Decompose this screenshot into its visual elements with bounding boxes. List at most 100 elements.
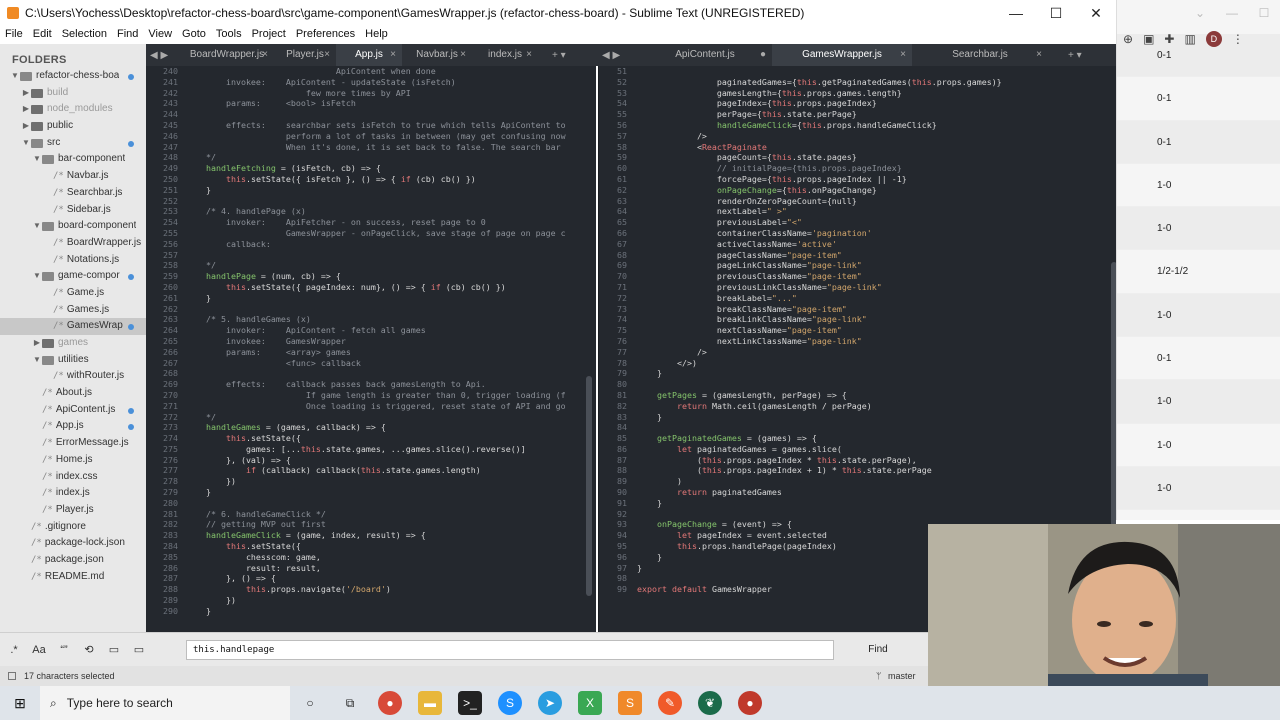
code-line[interactable]: [637, 66, 1002, 77]
tab-searchbar[interactable]: Searchbar.js ×: [912, 44, 1048, 66]
code-line[interactable]: /* 5. handleGames (x): [186, 314, 566, 325]
sidebar-item[interactable]: /* Searchbar.js: [0, 185, 146, 202]
github-desktop-icon[interactable]: ●: [738, 691, 762, 715]
expand-arrow-icon[interactable]: ▼: [32, 268, 42, 285]
browser-maximize-button[interactable]: ☐: [1248, 6, 1280, 20]
maximize-button[interactable]: ☐: [1036, 0, 1076, 26]
sidebar-item[interactable]: ▶ public: [0, 118, 146, 135]
code-line[interactable]: }: [186, 487, 566, 498]
code-line[interactable]: breakLabel="...": [637, 293, 1002, 304]
sidebar-item[interactable]: /* Sidebar.js: [0, 202, 146, 219]
code-line[interactable]: </>): [637, 358, 1002, 369]
code-line[interactable]: // initialPage={this.props.pageIndex}: [637, 163, 1002, 174]
code-line[interactable]: }: [186, 185, 566, 196]
code-line[interactable]: chesscom: game,: [186, 552, 566, 563]
case-toggle[interactable]: Aa: [28, 639, 50, 661]
tab-index[interactable]: index.js ×: [472, 44, 538, 66]
game-result-row[interactable]: 0-1: [1117, 34, 1280, 78]
sidebar-item[interactable]: /* index.js: [0, 485, 146, 502]
code-line[interactable]: Once loading is triggered, reset state o…: [186, 401, 566, 412]
sidepanel-icon[interactable]: ▥: [1184, 32, 1195, 46]
file-explorer-icon[interactable]: ▬: [418, 691, 442, 715]
menu-tools[interactable]: Tools: [211, 26, 247, 42]
code-line[interactable]: getPaginatedGames = (games) => {: [637, 433, 1002, 444]
menu-find[interactable]: Find: [112, 26, 143, 42]
game-result-row[interactable]: 0-1: [1117, 337, 1280, 381]
expand-arrow-icon[interactable]: ▼: [21, 135, 31, 152]
tab-boardwrapper[interactable]: BoardWrapper.js ×: [180, 44, 274, 66]
code-line[interactable]: result: result,: [186, 563, 566, 574]
minimize-button[interactable]: —: [996, 0, 1036, 26]
code-line[interactable]: containerClassName='pagination': [637, 228, 1002, 239]
code-line[interactable]: }: [186, 606, 566, 617]
tab-nav-arrows[interactable]: ◀ ▶: [598, 50, 638, 61]
postman-icon[interactable]: ✎: [658, 691, 682, 715]
code-line[interactable]: pageLinkClassName="page-link": [637, 260, 1002, 271]
code-line[interactable]: return Math.ceil(gamesLength / perPage): [637, 401, 1002, 412]
new-tab-icon[interactable]: + ▾: [548, 50, 570, 61]
close-tab-icon[interactable]: ×: [262, 44, 268, 66]
game-result-row[interactable]: 1-0: [1117, 380, 1280, 424]
code-line[interactable]: [637, 422, 1002, 433]
close-tab-icon[interactable]: ×: [900, 44, 906, 66]
menu-file[interactable]: File: [0, 26, 28, 42]
collapse-arrow-icon[interactable]: ▶: [21, 85, 31, 102]
close-tab-icon[interactable]: ×: [526, 44, 532, 66]
close-button[interactable]: ✕: [1076, 0, 1116, 26]
code-line[interactable]: invoker: ApiFetcher - on success, reset …: [186, 217, 566, 228]
tab-apicontent[interactable]: ApiContent.js ●: [638, 44, 772, 66]
code-line[interactable]: handleGameClick={this.props.handleGameCl…: [637, 120, 1002, 131]
code-line[interactable]: invokee: ApiContent - updateState (isFet…: [186, 77, 566, 88]
game-result-row[interactable]: 1-0: [1117, 293, 1280, 338]
close-tab-icon[interactable]: ●: [760, 44, 766, 66]
browser-minimize-button[interactable]: —: [1216, 6, 1248, 20]
game-result-row[interactable]: 1-0: [1117, 466, 1280, 511]
mongodb-icon[interactable]: ❦: [698, 691, 722, 715]
code-line[interactable]: [186, 196, 566, 207]
code-line[interactable]: getPages = (gamesLength, perPage) => {: [637, 390, 1002, 401]
code-line[interactable]: handleGameClick = (game, index, result) …: [186, 530, 566, 541]
code-line[interactable]: this.setState({: [186, 541, 566, 552]
code-line[interactable]: let paginatedGames = games.slice(: [637, 444, 1002, 455]
code-line[interactable]: */: [186, 412, 566, 423]
code-line[interactable]: few more times by API: [186, 88, 566, 99]
code-line[interactable]: this.setState({: [186, 433, 566, 444]
menu-preferences[interactable]: Preferences: [291, 26, 360, 42]
code-line[interactable]: games: [...this.state.games, ...games.sl…: [186, 444, 566, 455]
code-line[interactable]: previousLinkClassName="page-link": [637, 282, 1002, 293]
menu-edit[interactable]: Edit: [28, 26, 57, 42]
code-line[interactable]: gamesLength={this.props.games.length}: [637, 88, 1002, 99]
tab-player[interactable]: Player.js ×: [274, 44, 336, 66]
sidebar-item[interactable]: /* ApiContent.js: [0, 402, 146, 419]
regex-toggle[interactable]: .*: [3, 639, 25, 661]
code-line[interactable]: previousLabel="<": [637, 217, 1002, 228]
sidebar-item[interactable]: /* README.md: [0, 569, 146, 586]
game-result-row[interactable]: 0-1: [1117, 120, 1280, 164]
code-area[interactable]: ApiContent when done invokee: ApiContent…: [186, 66, 566, 617]
left-editor-pane[interactable]: 240 241 242 243 244 245 246 247 248 249 250 251 252 2…: [146, 66, 596, 632]
code-line[interactable]: />: [637, 347, 1002, 358]
code-line[interactable]: this.props.navigate('/board'): [186, 584, 566, 595]
sidebar-item[interactable]: ▼ refactor-chess-boa: [0, 68, 146, 85]
close-tab-icon[interactable]: ×: [390, 44, 396, 66]
taskbar-search[interactable]: ⌕ Type here to search: [40, 686, 290, 720]
code-line[interactable]: }): [186, 476, 566, 487]
game-result-row[interactable]: 1/2-1/2: [1117, 250, 1280, 294]
extension-icon[interactable]: ▣: [1143, 32, 1154, 46]
sidebar-item[interactable]: /* withRouter.js: [0, 368, 146, 385]
code-line[interactable]: }, () => {: [186, 573, 566, 584]
tab-gameswrapper[interactable]: GamesWrapper.js ×: [772, 44, 912, 66]
sidebar-item[interactable]: ▶ build: [0, 85, 146, 102]
menu-goto[interactable]: Goto: [177, 26, 211, 42]
collapse-arrow-icon[interactable]: ▶: [21, 118, 31, 135]
expand-arrow-icon[interactable]: ▼: [10, 68, 20, 85]
sidebar-item[interactable]: /* Notations.js: [0, 252, 146, 269]
code-line[interactable]: }, (val) => {: [186, 455, 566, 466]
highlight-toggle[interactable]: ▭: [128, 639, 150, 661]
code-line[interactable]: nextLinkClassName="page-link": [637, 336, 1002, 347]
vertical-scrollbar[interactable]: [586, 376, 592, 596]
code-line[interactable]: // getting MVP out first: [186, 519, 566, 530]
sidebar-item[interactable]: /* About.js: [0, 385, 146, 402]
code-line[interactable]: handleFetching = (isFetch, cb) => {: [186, 163, 566, 174]
code-line[interactable]: handlePage = (num, cb) => {: [186, 271, 566, 282]
